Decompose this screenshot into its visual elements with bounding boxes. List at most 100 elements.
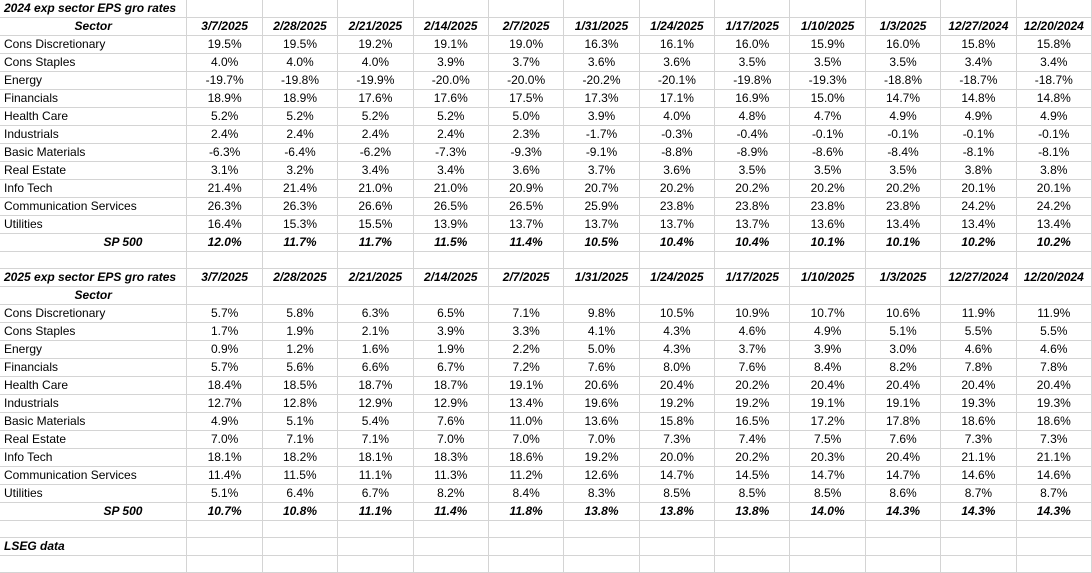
table-row: Cons Staples 1.7% 1.9% 2.1% 3.9% 3.3% 4.… — [0, 322, 1092, 341]
table1-date-header-10: 12/27/2024 — [940, 17, 1017, 36]
cell: 5.6% — [262, 358, 339, 377]
cell: 18.6% — [1016, 412, 1092, 431]
cell: 3.4% — [337, 161, 414, 180]
cell: 5.2% — [337, 107, 414, 126]
cell: 23.8% — [865, 197, 942, 216]
cell: 16.3% — [563, 35, 640, 54]
cell: 4.9% — [789, 322, 866, 341]
cell: -8.8% — [639, 143, 716, 162]
table2-date-header-8: 1/10/2025 — [789, 268, 866, 287]
cell: 8.3% — [563, 484, 640, 503]
cell: 14.8% — [940, 89, 1017, 108]
cell: 20.2% — [789, 179, 866, 198]
cell: 8.0% — [639, 358, 716, 377]
cell: 3.5% — [789, 161, 866, 180]
total-cell: 11.7% — [262, 233, 339, 252]
total-cell: 13.8% — [714, 502, 791, 521]
cell: 8.5% — [639, 484, 716, 503]
total-cell: 10.1% — [789, 233, 866, 252]
cell: 19.5% — [186, 35, 263, 54]
empty-cell — [413, 520, 489, 538]
cell: 19.2% — [639, 394, 716, 413]
empty-cell — [413, 251, 489, 269]
table1-date-header-3: 2/14/2025 — [413, 17, 489, 36]
cell: -0.1% — [940, 125, 1017, 144]
cell: -8.9% — [714, 143, 791, 162]
sheet-body: 2024 exp sector EPS gro rates Sector 3/7… — [0, 0, 1092, 573]
cell: -0.1% — [789, 125, 866, 144]
sector-label: Cons Staples — [0, 322, 188, 341]
cell: 18.4% — [186, 376, 263, 395]
cell: 3.6% — [639, 161, 716, 180]
cell: 18.9% — [186, 89, 263, 108]
sector-label: Industrials — [0, 125, 188, 144]
empty-cell — [714, 0, 791, 18]
empty-cell — [0, 520, 188, 538]
cell: 20.9% — [488, 179, 565, 198]
empty-cell — [488, 0, 565, 18]
table1-date-header-7: 1/17/2025 — [714, 17, 791, 36]
empty-cell — [262, 520, 339, 538]
cell: 5.8% — [262, 304, 339, 323]
table2-date-header-1: 2/28/2025 — [262, 268, 339, 287]
total-label: SP 500 — [0, 233, 188, 252]
table1-title-row: 2024 exp sector EPS gro rates — [0, 0, 1092, 18]
cell: 18.1% — [337, 448, 414, 467]
total-cell: 10.7% — [186, 502, 263, 521]
cell: 7.1% — [262, 430, 339, 449]
sector-label: Health Care — [0, 376, 188, 395]
empty-cell — [1016, 0, 1092, 18]
table2-date-header-6: 1/24/2025 — [639, 268, 716, 287]
spreadsheet-grid: 2024 exp sector EPS gro rates Sector 3/7… — [0, 0, 1092, 573]
empty-cell — [488, 251, 565, 269]
total-cell: 11.5% — [413, 233, 489, 252]
table-row: Communication Services 26.3% 26.3% 26.6%… — [0, 197, 1092, 216]
cell: 21.1% — [940, 448, 1017, 467]
cell: 16.0% — [714, 35, 791, 54]
cell: 13.7% — [639, 215, 716, 234]
cell: 3.5% — [789, 53, 866, 72]
cell: 7.1% — [488, 304, 565, 323]
cell: 13.6% — [563, 412, 640, 431]
cell: 4.0% — [337, 53, 414, 72]
cell: 19.5% — [262, 35, 339, 54]
sector-label: Communication Services — [0, 466, 188, 485]
cell: 3.8% — [1016, 161, 1092, 180]
cell: 7.0% — [186, 430, 263, 449]
cell: 10.6% — [865, 304, 942, 323]
cell: 21.0% — [337, 179, 414, 198]
empty-cell — [186, 555, 263, 573]
cell: 4.9% — [186, 412, 263, 431]
cell: 15.8% — [639, 412, 716, 431]
table-row: Health Care 5.2% 5.2% 5.2% 5.2% 5.0% 3.9… — [0, 107, 1092, 126]
cell: 2.4% — [186, 125, 263, 144]
cell: 20.4% — [789, 376, 866, 395]
cell: 4.1% — [563, 322, 640, 341]
empty-cell — [563, 0, 640, 18]
cell: 23.8% — [714, 197, 791, 216]
cell: -20.2% — [563, 71, 640, 90]
cell: 19.6% — [563, 394, 640, 413]
cell: 17.1% — [639, 89, 716, 108]
empty-cell — [1016, 520, 1092, 538]
table1-header-row: Sector 3/7/2025 2/28/2025 2/21/2025 2/14… — [0, 17, 1092, 36]
cell: 4.7% — [789, 107, 866, 126]
cell: 5.0% — [563, 340, 640, 359]
sector-label: Utilities — [0, 215, 188, 234]
cell: 5.2% — [262, 107, 339, 126]
total-cell: 14.3% — [940, 502, 1017, 521]
table-row: Financials 5.7% 5.6% 6.6% 6.7% 7.2% 7.6%… — [0, 358, 1092, 377]
cell: 26.5% — [413, 197, 489, 216]
cell: -9.3% — [488, 143, 565, 162]
empty-cell — [865, 537, 942, 556]
cell: 20.7% — [563, 179, 640, 198]
table-row: Info Tech 18.1% 18.2% 18.1% 18.3% 18.6% … — [0, 448, 1092, 467]
total-cell: 10.4% — [639, 233, 716, 252]
cell: 2.3% — [488, 125, 565, 144]
total-cell: 13.8% — [639, 502, 716, 521]
cell: 12.6% — [563, 466, 640, 485]
total-cell: 10.1% — [865, 233, 942, 252]
cell: 8.2% — [865, 358, 942, 377]
table2-date-header-2: 2/21/2025 — [337, 268, 414, 287]
cell: 20.6% — [563, 376, 640, 395]
